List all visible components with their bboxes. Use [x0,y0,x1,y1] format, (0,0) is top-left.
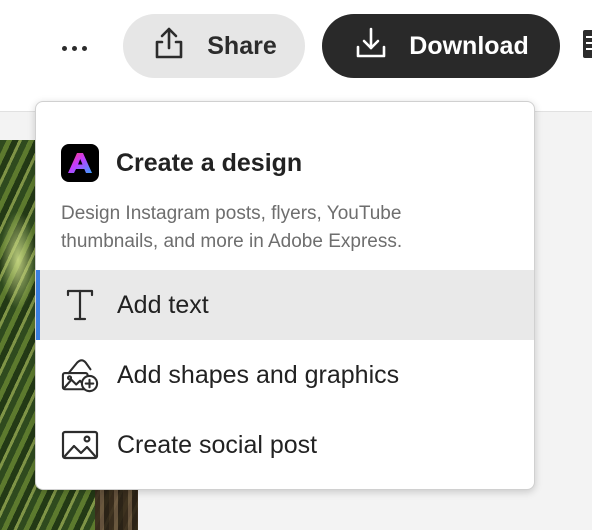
menu-header: Create a design [61,144,302,182]
menu-item-label: Add shapes and graphics [117,360,400,389]
menu-item-label: Create social post [117,430,318,459]
shapes-add-icon [61,358,99,393]
menu-item-add-shapes[interactable]: Add shapes and graphics [36,340,534,410]
menu-title: Create a design [116,148,303,177]
create-design-menu: Create a design Design Instagram posts, … [35,101,535,490]
more-icon-dot [81,45,87,51]
share-icon [151,25,187,68]
menu-item-add-text[interactable]: Add text [36,270,534,340]
more-icon-dot [71,45,77,51]
top-toolbar: Share Download [0,0,592,112]
download-button[interactable]: Download [322,14,560,78]
image-icon [61,428,99,462]
share-button[interactable]: Share [123,14,305,78]
text-icon [61,288,99,322]
download-label: Download [409,31,529,60]
more-icon [61,45,67,51]
download-icon [353,25,389,68]
menu-description: Design Instagram posts, flyers, YouTube … [61,203,403,252]
more-options-button[interactable] [52,30,96,66]
menu-item-label: Add text [117,290,209,319]
share-label: Share [207,31,277,60]
panel-toggle-icon[interactable] [583,30,592,58]
menu-item-social-post[interactable]: Create social post [36,410,534,480]
adobe-express-logo-icon [61,144,99,182]
